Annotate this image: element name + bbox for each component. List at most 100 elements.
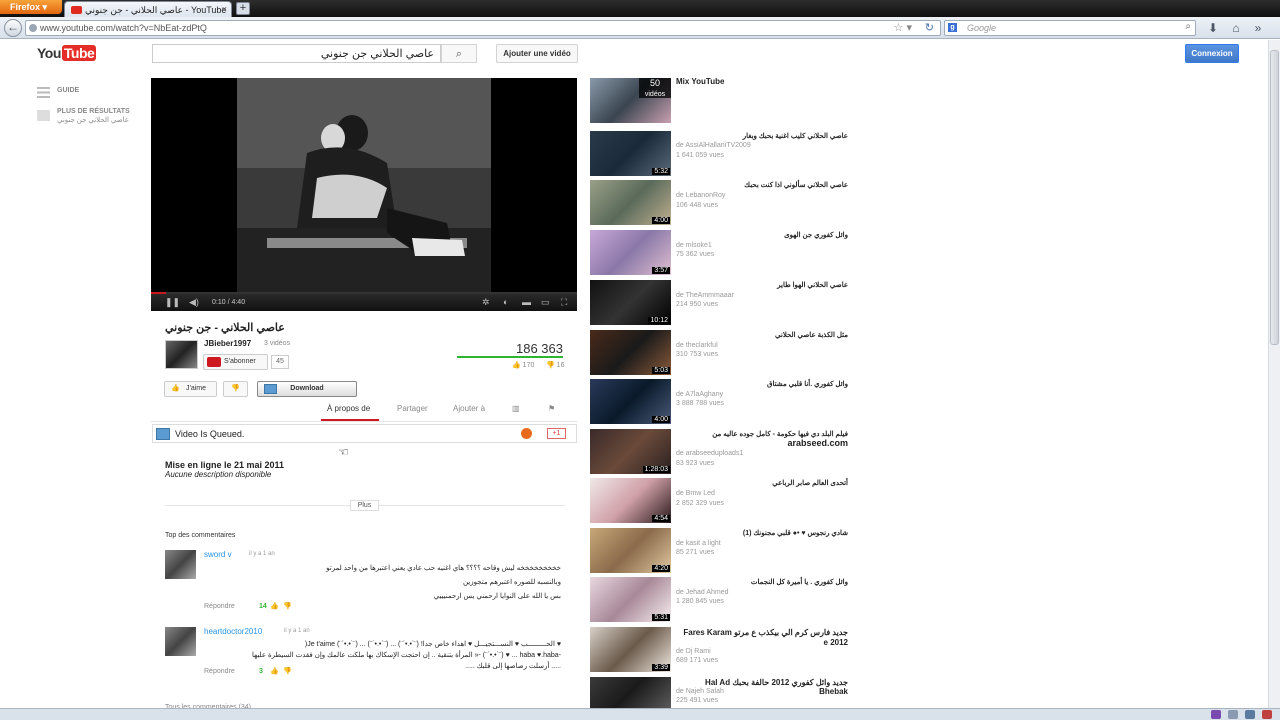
video-thumbnail[interactable]: 10:12 (590, 280, 671, 325)
video-thumbnail[interactable]: 50 vidéos (590, 78, 671, 123)
video-player[interactable]: ❚❚ ◀) 0:10 / 4:40 ✲ ◐ ▬ ▭ ⛶ (151, 78, 577, 311)
signin-button[interactable]: Connexion (1185, 44, 1239, 63)
sidebar-item[interactable]: 5:03 مثل الكذبة عاصي الحلاني de theclark… (590, 330, 850, 375)
youtube-logo[interactable]: You Tube (37, 45, 97, 61)
pause-icon[interactable]: ❚❚ (165, 297, 180, 308)
sidebar-video-channel[interactable]: de arabseeduploads1 (676, 450, 743, 457)
menu-icon[interactable]: » (1250, 20, 1266, 36)
flag-icon[interactable]: ⚑ (548, 404, 555, 413)
sidebar-video-title[interactable]: عاصي الحلاني الهوا طاير (676, 281, 848, 289)
reload-icon[interactable]: ↻ (925, 21, 934, 34)
video-thumbnail[interactable]: 5:03 (590, 330, 671, 375)
sidebar-item[interactable]: 10:12 عاصي الحلاني الهوا طاير de TheAmmm… (590, 280, 850, 325)
sidebar-video-channel[interactable]: de mlsoke1 (676, 242, 712, 249)
sidebar-video-title[interactable]: مثل الكذبة عاصي الحلاني (676, 331, 848, 339)
sidebar-item[interactable]: 4:54 أتحدى العالم صابر الرباعي de Bmw Le… (590, 478, 850, 523)
sidebar-video-title[interactable]: Mix YouTube (676, 77, 724, 86)
annotations-icon[interactable]: ◐ (503, 297, 508, 307)
comment-time[interactable]: il y a 1 an (249, 551, 275, 557)
commenter-avatar[interactable] (165, 550, 196, 579)
more-button[interactable]: Plus (350, 500, 379, 511)
comment-author[interactable]: heartdoctor2010 (204, 627, 262, 636)
sidebar-item[interactable]: 4:20 شادي رنجوس ♥ •● قلبي مجنونك (1) de … (590, 528, 850, 573)
sidebar-item[interactable]: 3:57 وائل كفوري جن الهوى de mlsoke1 75 3… (590, 230, 850, 275)
sidebar-video-title[interactable]: وائل كفوري . يا أميرة كل النجمات (676, 578, 848, 586)
comment-time[interactable]: il y a 1 an (284, 628, 310, 634)
addon-icon[interactable] (1262, 710, 1272, 719)
video-thumbnail[interactable]: 4:20 (590, 528, 671, 573)
sidebar-video-channel[interactable]: de Jehad Ahmed (676, 589, 729, 596)
sidebar-video-title[interactable]: أتحدى العالم صابر الرباعي (676, 479, 848, 487)
like-button[interactable]: 👍 J'aime (164, 381, 217, 397)
sidebar-video-title-line2[interactable]: arabseed.com (676, 438, 848, 448)
sidebar-video-channel[interactable]: de Dj Rami (676, 648, 711, 655)
download-icon[interactable]: ⬇ (1205, 20, 1221, 36)
scrollbar-thumb[interactable] (1270, 50, 1279, 345)
sidebar-video-title[interactable]: عاصي الحلاني كليب اغنية بحبك وبغار (676, 132, 848, 140)
reply-button[interactable]: Répondre (204, 603, 235, 610)
sidebar-video-channel[interactable]: de LebanonRoy (676, 192, 725, 199)
sidebar-video-channel[interactable]: de Najeh Salah (676, 688, 724, 695)
browser-tab[interactable]: عاصي الحلاني - جن جنوني - YouTube × (64, 1, 232, 17)
video-thumbnail[interactable]: 4:00 (590, 180, 671, 225)
large-player-icon[interactable]: ▭ (541, 297, 550, 308)
commenter-avatar[interactable] (165, 627, 196, 656)
sidebar-video-title[interactable]: جديد فارس كرم الي بيكذب ع مرتو Fares Kar… (676, 628, 848, 637)
stats-icon[interactable]: ▥ (512, 404, 520, 413)
video-thumbnail[interactable]: 3:57 (590, 230, 671, 275)
tab-add-to[interactable]: Ajouter à (453, 404, 485, 413)
sidebar-video-channel[interactable]: de A7laAghany (676, 391, 723, 398)
comment-author[interactable]: sword v (204, 550, 232, 559)
upload-button[interactable]: Ajouter une vidéo (496, 44, 578, 63)
google-plus-button[interactable]: +1 (547, 428, 566, 439)
sidebar-video-title-line2[interactable]: 2012 e (676, 638, 848, 647)
sidebar-video-title[interactable]: عاصي الحلاني سألوني اذا كنت بحبك (676, 181, 848, 189)
settings-icon[interactable]: ✲ (482, 297, 490, 308)
addon-icon[interactable] (1245, 710, 1255, 719)
thumbs-up-icon[interactable]: 👍 (270, 667, 279, 675)
video-thumbnail[interactable]: 5:31 (590, 577, 671, 622)
back-button[interactable]: ← (4, 19, 22, 37)
video-thumbnail[interactable]: 4:54 (590, 478, 671, 523)
uploader-video-count[interactable]: 3 vidéos (264, 340, 290, 347)
download-button[interactable]: Download (257, 381, 357, 397)
sidebar-video-channel[interactable]: de TheAmmmaaar (676, 292, 734, 299)
thumbs-up-icon[interactable]: 👍 (270, 602, 279, 610)
sidebar-video-channel[interactable]: de kasit a light (676, 540, 721, 547)
video-thumbnail[interactable]: 3:39 (590, 627, 671, 672)
sidebar-video-title[interactable]: فيلم البلد دي فيها حكومة - كامل جوده عال… (676, 430, 848, 438)
reply-button[interactable]: Répondre (204, 668, 235, 675)
addon-icon[interactable] (1211, 710, 1221, 719)
tab-about[interactable]: À propos de (327, 404, 370, 413)
sidebar-video-channel[interactable]: de Bmw Led (676, 490, 715, 497)
uploader-avatar[interactable] (165, 340, 198, 369)
rss-icon[interactable] (521, 428, 532, 439)
video-thumbnail[interactable]: 1:28:03 (590, 429, 671, 474)
sidebar-item[interactable]: 3:39 جديد فارس كرم الي بيكذب ع مرتو Fare… (590, 627, 850, 672)
video-thumbnail[interactable]: 5:32 (590, 131, 671, 176)
site-identity-icon[interactable] (29, 24, 37, 32)
sidebar-item[interactable]: 5:32 عاصي الحلاني كليب اغنية بحبك وبغار … (590, 131, 850, 176)
bookmark-star-icon[interactable]: ☆ ▾ (894, 21, 912, 34)
sidebar-video-title[interactable]: وائل كفوري جن الهوى (676, 231, 848, 239)
new-tab-button[interactable]: + (236, 2, 250, 15)
volume-icon[interactable]: ◀) (189, 297, 199, 308)
sidebar-item[interactable]: 1:28:03 فيلم البلد دي فيها حكومة - كامل … (590, 429, 850, 474)
sidebar-video-title[interactable]: شادي رنجوس ♥ •● قلبي مجنونك (1) (676, 529, 848, 537)
firefox-menu-button[interactable]: Firefox ▾ (0, 0, 62, 14)
sidebar-item[interactable]: 4:00 وائل كفوري .أنا قلبي مشتاق de A7laA… (590, 379, 850, 424)
sidebar-video-channel[interactable]: de theclarkful (676, 342, 718, 349)
addon-icon[interactable] (1228, 710, 1238, 719)
search-button[interactable]: ⌕ (441, 44, 477, 63)
video-thumbnail[interactable] (590, 677, 671, 708)
subscribe-button[interactable]: S'abonner (203, 354, 268, 370)
video-thumbnail[interactable]: 4:00 (590, 379, 671, 424)
search-icon[interactable]: ⌕ (1185, 21, 1191, 32)
small-player-icon[interactable]: ▬ (522, 297, 531, 307)
google-engine-icon[interactable]: g (948, 23, 957, 32)
home-icon[interactable]: ⌂ (1228, 20, 1244, 36)
sidebar-video-title[interactable]: وائل كفوري .أنا قلبي مشتاق (676, 380, 848, 388)
fullscreen-icon[interactable]: ⛶ (561, 297, 567, 308)
sidebar-item[interactable]: 4:00 عاصي الحلاني سألوني اذا كنت بحبك de… (590, 180, 850, 225)
search-input[interactable]: عاصي الحلاني جن جنوني (152, 44, 441, 63)
